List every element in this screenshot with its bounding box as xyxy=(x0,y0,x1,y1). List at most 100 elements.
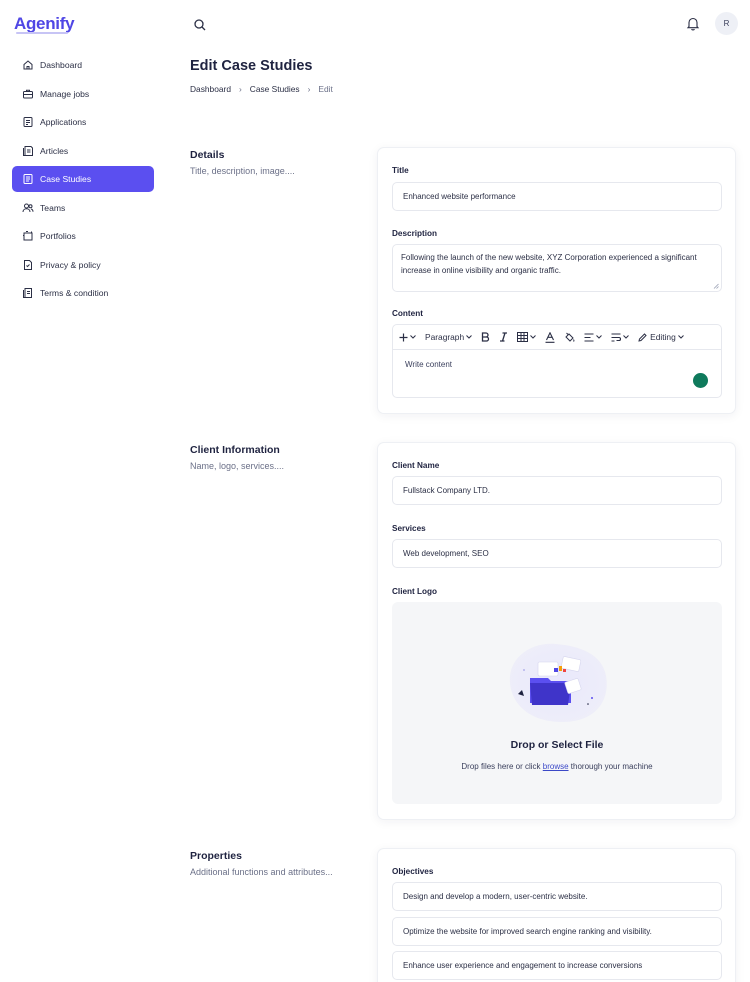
sidebar-item-privacy-policy[interactable]: Privacy & policy xyxy=(12,252,154,278)
clipboard-icon xyxy=(22,116,34,128)
objective-input[interactable]: Optimize the website for improved search… xyxy=(392,917,722,946)
editor-toolbar: Paragraph Editing xyxy=(393,325,721,350)
client-name-label: Client Name xyxy=(392,461,440,470)
shield-document-icon xyxy=(22,259,34,271)
sidebar-item-dashboard[interactable]: Dashboard xyxy=(12,52,154,78)
bold-button[interactable] xyxy=(481,332,490,342)
chevron-down-icon xyxy=(623,335,629,339)
sidebar-item-case-studies[interactable]: Case Studies xyxy=(12,166,154,192)
table-button[interactable] xyxy=(517,332,536,342)
sidebar-item-articles[interactable]: Articles xyxy=(12,138,154,164)
objective-input[interactable]: Design and develop a modern, user-centri… xyxy=(392,882,722,911)
details-section-subtitle: Title, description, image.... xyxy=(190,166,295,176)
sidebar-item-label: Portfolios xyxy=(40,231,76,241)
title-input[interactable]: Enhanced website performance xyxy=(392,182,722,211)
pencil-icon xyxy=(638,332,647,342)
client-logo-label: Client Logo xyxy=(392,587,438,596)
editing-mode-dropdown[interactable]: Editing xyxy=(638,332,684,342)
objectives-label: Objectives xyxy=(392,867,434,876)
sidebar-item-manage-jobs[interactable]: Manage jobs xyxy=(12,81,154,107)
client-card: Client Name Fullstack Company LTD. Servi… xyxy=(377,442,736,820)
chevron-down-icon xyxy=(596,335,602,339)
sidebar-item-label: Teams xyxy=(40,202,66,213)
document-icon xyxy=(22,173,34,185)
drop-title: Drop or Select File xyxy=(510,739,604,751)
bold-icon xyxy=(481,332,490,342)
properties-section-title: Properties xyxy=(190,850,242,862)
resize-grip-icon[interactable] xyxy=(713,283,719,289)
chevron-down-icon xyxy=(677,335,684,339)
breadcrumb-case-studies[interactable]: Case Studies xyxy=(250,84,300,94)
font-color-icon xyxy=(545,331,555,343)
content-label: Content xyxy=(392,309,423,318)
home-icon xyxy=(22,59,34,71)
editing-label: Editing xyxy=(650,332,676,342)
properties-section-subtitle: Additional functions and attributes... xyxy=(190,867,333,877)
breadcrumb-current: Edit xyxy=(318,84,333,94)
sidebar-item-label: Manage jobs xyxy=(40,88,90,99)
briefcase-icon xyxy=(22,88,34,100)
bell-icon[interactable] xyxy=(686,16,700,31)
description-text: Following the launch of the new website,… xyxy=(401,253,697,275)
article-icon xyxy=(22,145,34,157)
sidebar-item-teams[interactable]: Teams xyxy=(12,195,154,221)
objective-input[interactable]: Enhance user experience and engagement t… xyxy=(392,951,722,980)
sidebar-item-label: Case Studies xyxy=(40,174,92,184)
content-editor-body[interactable]: Write content xyxy=(393,350,721,379)
sidebar-item-applications[interactable]: Applications xyxy=(12,109,154,135)
services-input[interactable]: Web development, SEO xyxy=(392,539,722,568)
logo-underline xyxy=(16,32,68,34)
details-card: Title Enhanced website performance Descr… xyxy=(377,147,736,414)
title-label: Title xyxy=(392,166,409,175)
insert-button[interactable] xyxy=(399,333,416,342)
upload-folder-illustration xyxy=(509,643,607,722)
drop-instructions-post: thorough your machine xyxy=(570,762,653,771)
services-label: Services xyxy=(392,524,426,533)
properties-card: Objectives Design and develop a modern, … xyxy=(377,848,736,982)
chat-assistant-icon[interactable] xyxy=(693,373,708,388)
portfolio-icon xyxy=(22,230,34,242)
app-logo[interactable]: Agenify xyxy=(14,14,75,34)
browse-link[interactable]: browse xyxy=(543,762,569,771)
breadcrumb-separator: › xyxy=(307,84,311,94)
avatar[interactable]: R xyxy=(715,12,738,35)
client-section-title: Client Information xyxy=(190,444,280,456)
chevron-down-icon xyxy=(410,335,416,339)
italic-button[interactable] xyxy=(499,332,508,342)
breadcrumb: Dashboard › Case Studies › Edit xyxy=(190,84,333,94)
paragraph-label: Paragraph xyxy=(425,332,465,342)
drop-instructions-pre: Drop files here or click xyxy=(461,762,541,771)
client-name-input[interactable]: Fullstack Company LTD. xyxy=(392,476,722,505)
details-section-title: Details xyxy=(190,149,225,161)
file-dropzone[interactable]: Drop or Select File Drop files here or c… xyxy=(392,602,722,804)
sidebar-item-label: Privacy & policy xyxy=(40,259,101,270)
sidebar: Dashboard Manage jobs Applications Artic… xyxy=(12,52,154,309)
italic-icon xyxy=(500,332,508,342)
page-title: Edit Case Studies xyxy=(190,58,313,74)
sidebar-item-label: Articles xyxy=(40,145,69,156)
paint-bucket-icon xyxy=(565,332,575,342)
highlight-button[interactable] xyxy=(564,332,575,343)
breadcrumb-separator: › xyxy=(238,84,242,94)
chevron-down-icon xyxy=(466,335,472,339)
paragraph-dropdown[interactable]: Paragraph xyxy=(425,332,472,342)
client-section-subtitle: Name, logo, services.... xyxy=(190,461,285,471)
align-left-icon xyxy=(584,332,594,342)
users-icon xyxy=(22,202,34,214)
align-dropdown[interactable] xyxy=(584,332,602,342)
text-wrap-icon xyxy=(611,332,622,342)
font-color-button[interactable] xyxy=(545,331,555,343)
sidebar-item-label: Terms & condition xyxy=(40,288,109,298)
sidebar-item-portfolios[interactable]: Portfolios xyxy=(12,223,154,249)
sidebar-item-label: Applications xyxy=(40,117,87,127)
drop-instructions: Drop files here or click browse thorough… xyxy=(392,762,722,771)
wrap-dropdown[interactable] xyxy=(611,332,629,342)
breadcrumb-dashboard[interactable]: Dashboard xyxy=(190,84,231,94)
description-label: Description xyxy=(392,229,438,238)
content-editor: Paragraph Editing Write content xyxy=(392,324,722,398)
search-icon[interactable] xyxy=(193,18,207,32)
plus-icon xyxy=(399,333,408,341)
sidebar-item-terms-condition[interactable]: Terms & condition xyxy=(12,280,154,306)
terms-icon xyxy=(22,287,34,299)
description-textarea[interactable]: Following the launch of the new website,… xyxy=(392,244,722,292)
